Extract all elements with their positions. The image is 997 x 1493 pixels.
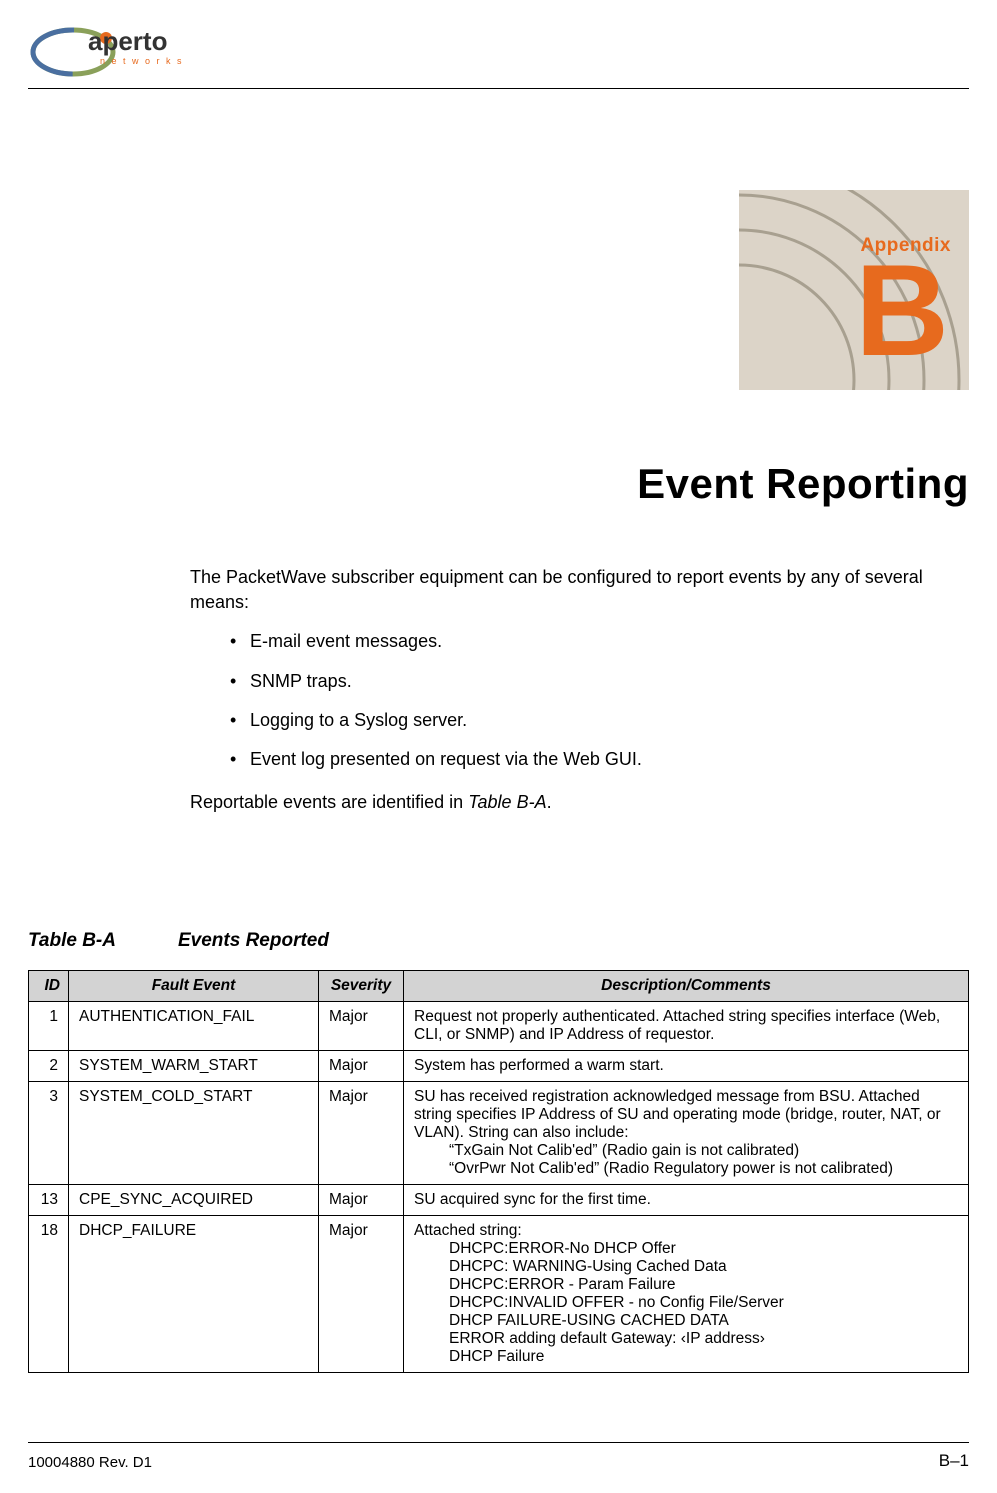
table-reference: Table B-A (468, 792, 546, 812)
th-severity: Severity (319, 971, 404, 1002)
table-row: 13 CPE_SYNC_ACQUIRED Major SU acquired s… (29, 1185, 969, 1216)
events-table: ID Fault Event Severity Description/Comm… (28, 970, 969, 1373)
footer-pagenum: B–1 (939, 1451, 969, 1471)
body-content: The PacketWave subscriber equipment can … (190, 565, 969, 829)
header-rule (28, 88, 969, 89)
page-title: Event Reporting (637, 460, 969, 508)
means-list: E-mail event messages. SNMP traps. Loggi… (230, 629, 969, 772)
logo-tagline-text: n e t w o r k s (100, 56, 184, 66)
table-row: 3 SYSTEM_COLD_START Major SU has receive… (29, 1082, 969, 1185)
footer-docrev: 10004880 Rev. D1 (28, 1454, 152, 1471)
list-item: E-mail event messages. (230, 629, 969, 654)
intro2-paragraph: Reportable events are identified in Tabl… (190, 790, 969, 815)
appendix-badge: Appendix B (739, 190, 969, 390)
table-row: 2 SYSTEM_WARM_START Major System has per… (29, 1051, 969, 1082)
th-id: ID (29, 971, 69, 1002)
table-caption: Table B-AEvents Reported (28, 930, 329, 952)
table-header-row: ID Fault Event Severity Description/Comm… (29, 971, 969, 1002)
table-row: 18 DHCP_FAILURE Major Attached string:DH… (29, 1216, 969, 1373)
footer-rule (28, 1442, 969, 1443)
intro-paragraph: The PacketWave subscriber equipment can … (190, 565, 969, 615)
appendix-letter: B (855, 245, 949, 375)
th-fault: Fault Event (69, 971, 319, 1002)
th-description: Description/Comments (404, 971, 969, 1002)
table-row: 1 AUTHENTICATION_FAIL Major Request not … (29, 1002, 969, 1051)
list-item: Logging to a Syslog server. (230, 708, 969, 733)
logo-brand-text: aperto (88, 26, 167, 56)
list-item: SNMP traps. (230, 669, 969, 694)
list-item: Event log presented on request via the W… (230, 747, 969, 772)
brand-logo: aperto n e t w o r k s (28, 20, 208, 80)
